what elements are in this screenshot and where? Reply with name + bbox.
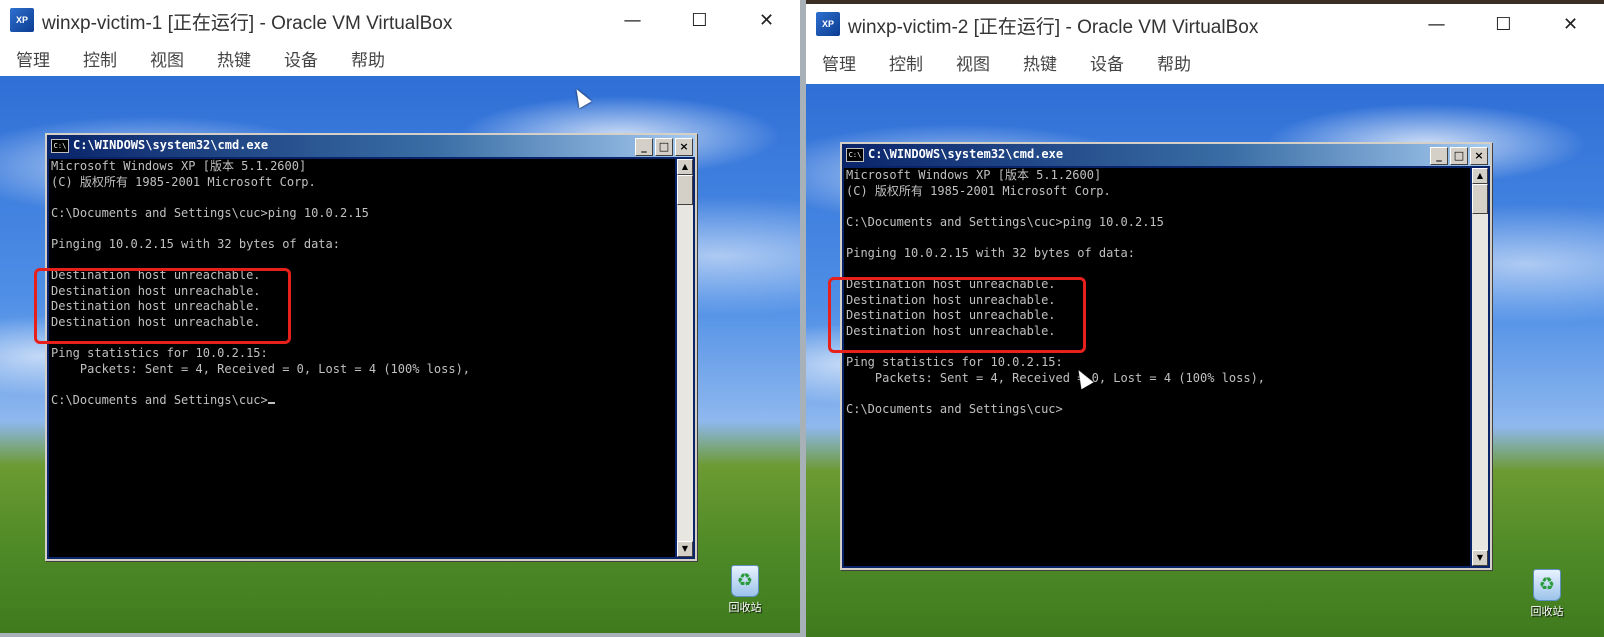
menu-help[interactable]: 帮助 — [351, 46, 385, 71]
menu-manage[interactable]: 管理 — [822, 50, 856, 75]
console-prompt: C:\Documents and Settings\cuc> — [51, 392, 268, 407]
menu-hotkeys[interactable]: 热键 — [1023, 50, 1057, 75]
text-cursor — [267, 401, 275, 404]
console-output[interactable]: Microsoft Windows XP [版本 5.1.2600] (C) 版… — [49, 159, 675, 557]
virtualbox-window-2: XP winxp-victim-2 [正在运行] - Oracle VM Vir… — [806, 0, 1604, 637]
recycle-bin-label: 回收站 — [1530, 605, 1564, 618]
scroll-thumb[interactable] — [677, 175, 693, 205]
console-line: C:\Documents and Settings\cuc>ping 10.0.… — [846, 214, 1164, 229]
virtualbox-icon: XP — [816, 12, 840, 36]
cmd-titlebar[interactable]: C:\ C:\WINDOWS\system32\cmd.exe _ □ × — [842, 144, 1490, 166]
cmd-title: C:\WINDOWS\system32\cmd.exe — [868, 147, 1064, 161]
console-output[interactable]: Microsoft Windows XP [版本 5.1.2600] (C) 版… — [844, 168, 1470, 566]
virtualbox-window-1: XP winxp-victim-1 [正在运行] - Oracle VM Vir… — [0, 0, 800, 633]
xp-desktop: C:\ C:\WINDOWS\system32\cmd.exe _ □ × Mi… — [806, 84, 1604, 637]
menubar: 管理 控制 视图 热键 设备 帮助 — [0, 40, 800, 76]
recycle-bin-icon: ♻ — [1533, 569, 1561, 601]
menu-view[interactable]: 视图 — [150, 46, 184, 71]
cmd-title: C:\WINDOWS\system32\cmd.exe — [73, 138, 269, 152]
recycle-bin-label: 回收站 — [728, 601, 762, 614]
scroll-down-icon[interactable]: ▼ — [1472, 550, 1488, 566]
menubar: 管理 控制 视图 热键 设备 帮助 — [806, 44, 1604, 80]
recycle-bin[interactable]: ♻ 回收站 — [718, 565, 772, 615]
cmd-minimize-button[interactable]: _ — [1430, 147, 1448, 165]
cmd-icon: C:\ — [846, 148, 864, 162]
minimize-button[interactable]: — — [599, 0, 666, 40]
console-line: C:\Documents and Settings\cuc>ping 10.0.… — [51, 205, 369, 220]
minimize-button[interactable]: — — [1403, 4, 1470, 44]
cmd-icon: C:\ — [51, 139, 69, 153]
highlight-box — [828, 277, 1086, 353]
menu-help[interactable]: 帮助 — [1157, 50, 1191, 75]
console-line: Microsoft Windows XP [版本 5.1.2600] — [846, 168, 1102, 182]
console-line: Ping statistics for 10.0.2.15: — [846, 355, 1063, 370]
mouse-pointer-icon — [570, 85, 592, 109]
recycle-bin[interactable]: ♻ 回收站 — [1520, 569, 1574, 619]
maximize-button[interactable]: ☐ — [666, 0, 733, 40]
cmd-maximize-button[interactable]: □ — [655, 138, 673, 156]
xp-desktop: C:\ C:\WINDOWS\system32\cmd.exe _ □ × Mi… — [0, 76, 800, 633]
window-title: winxp-victim-2 [正在运行] - Oracle VM Virtua… — [848, 17, 1259, 38]
console-line: (C) 版权所有 1985-2001 Microsoft Corp. — [846, 183, 1111, 198]
menu-devices[interactable]: 设备 — [284, 46, 318, 71]
cmd-window[interactable]: C:\ C:\WINDOWS\system32\cmd.exe _ □ × Mi… — [45, 133, 697, 561]
menu-hotkeys[interactable]: 热键 — [217, 46, 251, 71]
cmd-scrollbar[interactable]: ▲ ▼ — [1472, 168, 1488, 566]
menu-control[interactable]: 控制 — [889, 50, 923, 75]
close-button[interactable]: ✕ — [1537, 4, 1604, 44]
virtualbox-icon: XP — [10, 8, 34, 32]
titlebar[interactable]: XP winxp-victim-2 [正在运行] - Oracle VM Vir… — [806, 4, 1604, 44]
console-line: Ping statistics for 10.0.2.15: — [51, 346, 268, 361]
recycle-bin-icon: ♻ — [731, 565, 759, 597]
cmd-scrollbar[interactable]: ▲ ▼ — [677, 159, 693, 557]
cmd-close-button[interactable]: × — [675, 138, 693, 156]
scroll-down-icon[interactable]: ▼ — [677, 541, 693, 557]
console-prompt-line: C:\Documents and Settings\cuc> — [846, 401, 1063, 416]
highlight-box — [34, 268, 291, 344]
maximize-button[interactable]: ☐ — [1470, 4, 1537, 44]
scroll-up-icon[interactable]: ▲ — [1472, 168, 1488, 184]
console-line: Packets: Sent = 4, Received = 0, Lost = … — [846, 370, 1266, 385]
console-prompt-line: C:\Documents and Settings\cuc> — [49, 393, 675, 409]
cmd-close-button[interactable]: × — [1470, 147, 1488, 165]
close-button[interactable]: ✕ — [733, 0, 800, 40]
scroll-up-icon[interactable]: ▲ — [677, 159, 693, 175]
console-line: (C) 版权所有 1985-2001 Microsoft Corp. — [51, 174, 316, 189]
cmd-titlebar[interactable]: C:\ C:\WINDOWS\system32\cmd.exe _ □ × — [47, 135, 695, 157]
console-line: Microsoft Windows XP [版本 5.1.2600] — [51, 159, 307, 173]
menu-devices[interactable]: 设备 — [1090, 50, 1124, 75]
menu-view[interactable]: 视图 — [956, 50, 990, 75]
cmd-window[interactable]: C:\ C:\WINDOWS\system32\cmd.exe _ □ × Mi… — [840, 142, 1492, 570]
console-line: Pinging 10.0.2.15 with 32 bytes of data: — [846, 245, 1135, 260]
console-line: Pinging 10.0.2.15 with 32 bytes of data: — [51, 236, 340, 251]
menu-manage[interactable]: 管理 — [16, 46, 50, 71]
menu-control[interactable]: 控制 — [83, 46, 117, 71]
cmd-minimize-button[interactable]: _ — [635, 138, 653, 156]
titlebar[interactable]: XP winxp-victim-1 [正在运行] - Oracle VM Vir… — [0, 0, 800, 40]
console-line: Packets: Sent = 4, Received = 0, Lost = … — [51, 361, 471, 376]
window-title: winxp-victim-1 [正在运行] - Oracle VM Virtua… — [42, 13, 453, 34]
scroll-thumb[interactable] — [1472, 184, 1488, 214]
cmd-maximize-button[interactable]: □ — [1450, 147, 1468, 165]
